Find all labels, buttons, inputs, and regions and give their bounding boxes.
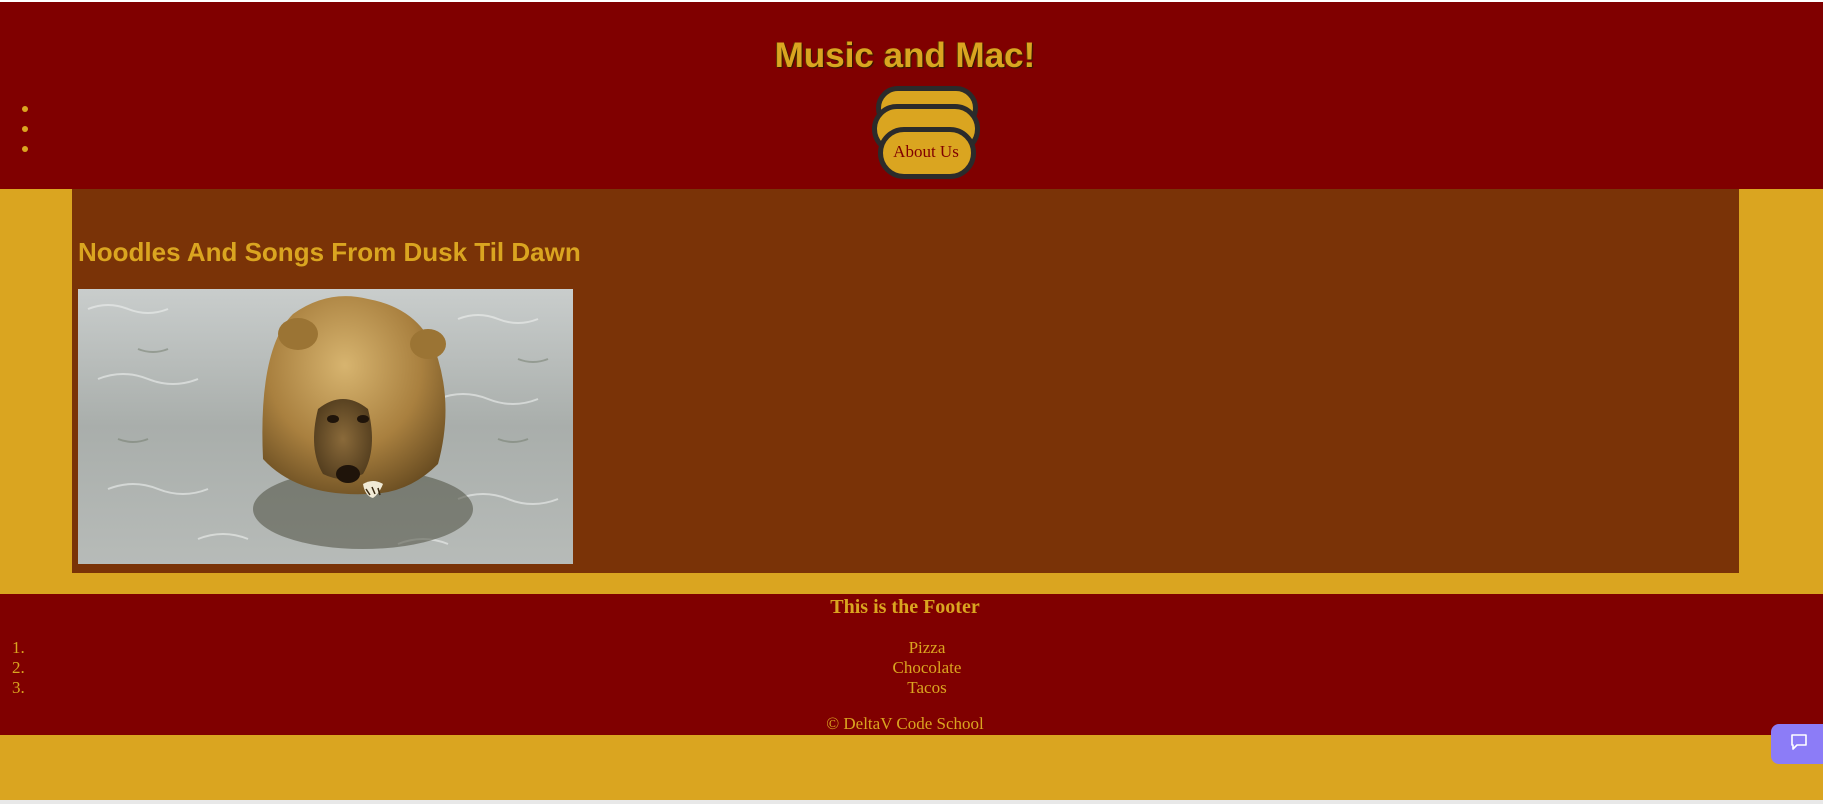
footer-list: 1. Pizza 2. Chocolate 3. Tacos: [0, 638, 1823, 698]
nav-bullet: [22, 126, 28, 132]
list-item-number: 2.: [12, 658, 25, 677]
footer-heading: This is the Footer: [830, 596, 980, 618]
site-header: Music and Mac! About Us: [0, 2, 1823, 189]
main-content: Noodles And Songs From Dusk Til Dawn: [72, 189, 1739, 573]
chat-bubble-icon: [1790, 733, 1808, 756]
list-item-label: Chocolate: [892, 658, 962, 677]
about-us-label[interactable]: About Us: [870, 142, 982, 162]
nav-bullet-list: [22, 106, 28, 166]
site-title: Music and Mac!: [774, 36, 1036, 75]
list-item-label: Tacos: [907, 678, 947, 697]
bottom-border: [0, 800, 1823, 804]
list-item: 2. Chocolate: [0, 658, 1823, 678]
list-item: 1. Pizza: [0, 638, 1823, 658]
nav-bullet: [22, 106, 28, 112]
copyright: © DeltaV Code School: [826, 714, 984, 733]
list-item-number: 1.: [12, 638, 25, 657]
site-footer: This is the Footer 1. Pizza 2. Chocolate…: [0, 594, 1823, 735]
bear-photo: [78, 289, 573, 564]
nav-bullet: [22, 146, 28, 152]
list-item-label: Pizza: [908, 638, 946, 657]
list-item: 3. Tacos: [0, 678, 1823, 698]
list-item-number: 3.: [12, 678, 25, 697]
chat-button[interactable]: [1771, 724, 1823, 764]
main-heading: Noodles And Songs From Dusk Til Dawn: [78, 237, 581, 267]
